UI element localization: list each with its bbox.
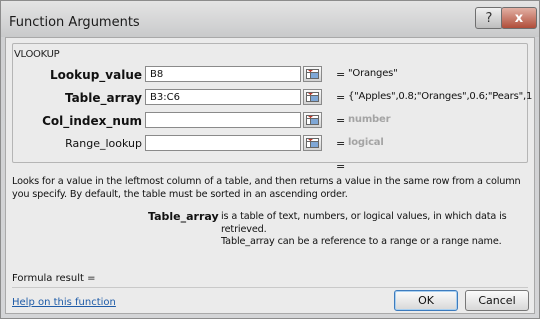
argument-result: {"Apples",0.8;"Oranges",0.6;"Pears",1; — [348, 91, 532, 102]
help-button[interactable]: ? — [475, 7, 503, 29]
argument-help-text: is a table of text, numbers, or logical … — [221, 211, 531, 249]
argument-help-name: Table_array — [148, 210, 219, 223]
table-array-input[interactable]: B3:C6 — [145, 89, 301, 105]
cancel-button[interactable]: Cancel — [465, 290, 529, 311]
collapse-dialog-icon — [306, 69, 319, 79]
dialog-body: VLOOKUP Lookup_value B8 = "Oranges" Tabl… — [5, 37, 535, 314]
lookup-value-input[interactable]: B8 — [145, 66, 301, 82]
dialog-title: Function Arguments — [9, 15, 140, 30]
argument-row-table-array: Table_array B3:C6 = {"Apples",0.8;"Orang… — [6, 89, 534, 107]
argument-label: Lookup_value — [50, 68, 142, 82]
title-bar[interactable]: Function Arguments ? x — [1, 1, 539, 37]
equals-sign: = — [336, 137, 346, 150]
argument-type-hint: number — [348, 114, 391, 125]
collapse-dialog-button[interactable] — [303, 112, 322, 128]
range-lookup-input[interactable] — [145, 135, 301, 151]
argument-result: "Oranges" — [348, 68, 398, 79]
argument-row-range-lookup: Range_lookup = logical — [6, 135, 534, 153]
equals-sign: = — [336, 114, 346, 127]
function-description: Looks for a value in the leftmost column… — [12, 176, 521, 200]
collapse-dialog-icon — [306, 115, 319, 125]
help-on-function-link[interactable]: Help on this function — [12, 297, 116, 308]
collapse-dialog-button[interactable] — [303, 89, 322, 105]
argument-row-lookup-value: Lookup_value B8 = "Oranges" — [6, 66, 534, 84]
argument-type-hint: logical — [348, 137, 384, 148]
collapse-dialog-icon — [306, 138, 319, 148]
argument-label: Table_array — [64, 91, 142, 105]
collapse-dialog-icon — [306, 92, 319, 102]
argument-label: Col_index_num — [42, 114, 142, 128]
divider — [12, 287, 528, 288]
col-index-num-input[interactable] — [145, 112, 301, 128]
argument-label: Range_lookup — [65, 137, 142, 150]
argument-help-line: is a table of text, numbers, or logical … — [221, 211, 507, 235]
argument-help-line: Table_array can be a reference to a rang… — [221, 236, 502, 247]
function-arguments-dialog: Function Arguments ? x VLOOKUP Lookup_va… — [0, 0, 540, 319]
equals-sign: = — [336, 91, 346, 104]
close-button[interactable]: x — [501, 7, 537, 29]
collapse-dialog-button[interactable] — [303, 135, 322, 151]
function-result-equals: = — [336, 160, 346, 173]
ok-button[interactable]: OK — [394, 290, 458, 311]
function-name: VLOOKUP — [14, 49, 60, 60]
collapse-dialog-button[interactable] — [303, 66, 322, 82]
equals-sign: = — [336, 68, 346, 81]
formula-result-label: Formula result = — [12, 273, 96, 284]
argument-row-col-index-num: Col_index_num = number — [6, 112, 534, 130]
